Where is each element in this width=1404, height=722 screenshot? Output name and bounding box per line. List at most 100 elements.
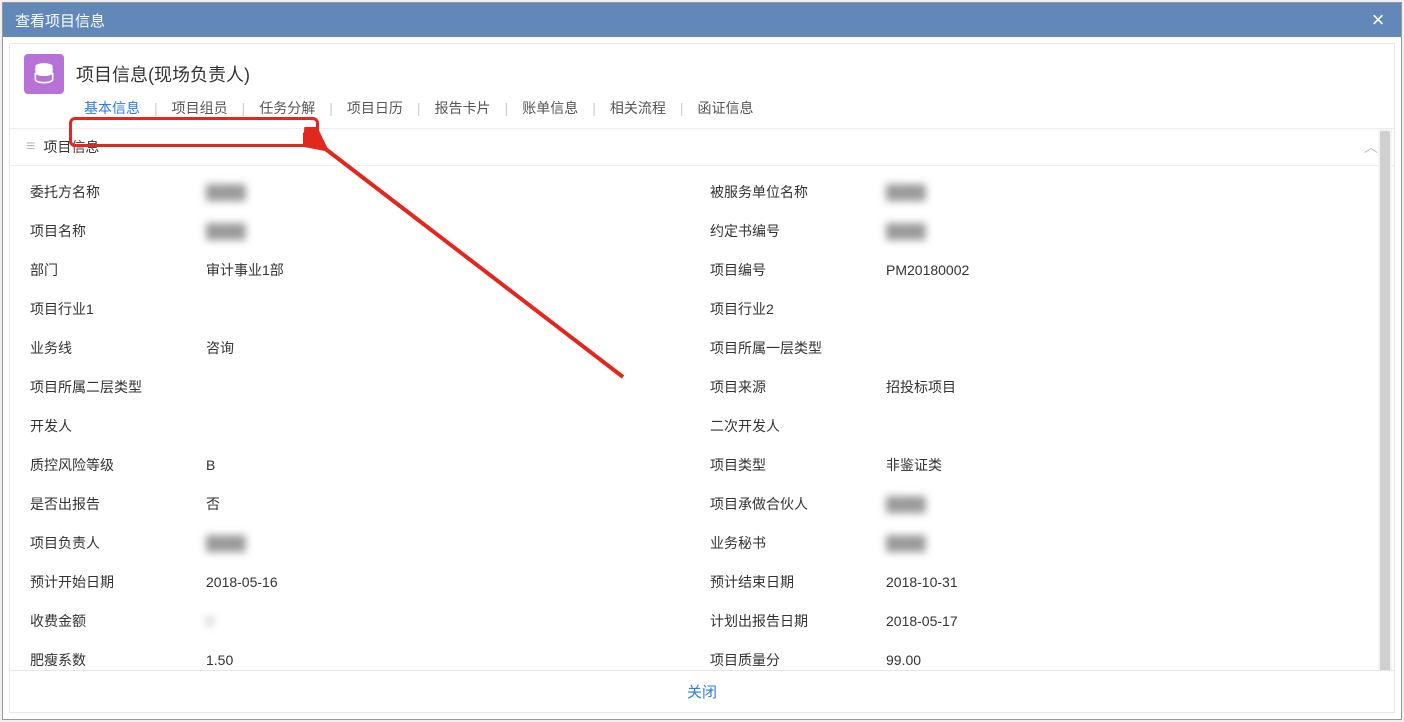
content-panel: 项目信息(现场负责人) 基本信息|项目组员|任务分解|项目日历|报告卡片|账单信… [9, 43, 1395, 713]
field-label: 是否出报告 [30, 494, 206, 514]
form-row: 计划出报告日期2018-05-17 [702, 601, 1382, 640]
field-value: ████ [206, 223, 694, 239]
form-row: 项目来源招投标项目 [702, 367, 1382, 406]
close-button-label: 关闭 [687, 684, 717, 701]
tab-6[interactable]: 相关流程 [604, 96, 672, 120]
tab-0[interactable]: 基本信息 [78, 96, 146, 120]
tab-separator: | [497, 100, 517, 116]
field-value: ████ [206, 184, 694, 200]
form-row: 二次开发人 [702, 406, 1382, 445]
tab-3[interactable]: 项目日历 [341, 96, 409, 120]
field-value: 8 [206, 613, 694, 629]
field-label: 开发人 [30, 416, 206, 436]
form-row: 预计开始日期2018-05-16 [22, 562, 702, 601]
field-value: 2018-05-16 [206, 574, 694, 590]
section-header[interactable]: ≡ 项目信息 ︿ [10, 129, 1394, 166]
field-label: 预计开始日期 [30, 572, 206, 592]
scrollbar[interactable] [1378, 129, 1392, 670]
field-label: 预计结束日期 [710, 572, 886, 592]
field-label: 约定书编号 [710, 221, 886, 241]
tab-7[interactable]: 函证信息 [691, 96, 759, 120]
database-icon [24, 54, 64, 94]
field-label: 项目来源 [710, 377, 886, 397]
form-row: 质控风险等级B [22, 445, 702, 484]
field-label: 项目行业1 [30, 299, 206, 319]
chevron-up-icon[interactable]: ︿ [1364, 137, 1378, 157]
field-label: 肥瘦系数 [30, 650, 206, 670]
field-label: 二次开发人 [710, 416, 886, 436]
field-value: PM20180002 [886, 262, 1374, 278]
field-label: 项目所属一层类型 [710, 338, 886, 358]
tab-separator: | [146, 100, 166, 116]
form-row: 项目行业2 [702, 289, 1382, 328]
section-body: ≡ 项目信息 ︿ 委托方名称████被服务单位名称████项目名称████约定书… [10, 129, 1394, 670]
tab-5[interactable]: 账单信息 [516, 96, 584, 120]
form-row: 开发人 [22, 406, 702, 445]
field-value: 审计事业1部 [206, 260, 694, 280]
tab-separator: | [672, 100, 692, 116]
field-label: 项目编号 [710, 260, 886, 280]
field-label: 委托方名称 [30, 182, 206, 202]
form-row: 部门审计事业1部 [22, 250, 702, 289]
tab-separator: | [409, 100, 429, 116]
field-label: 业务秘书 [710, 533, 886, 553]
form-row: 是否出报告否 [22, 484, 702, 523]
form-row: 收费金额8 [22, 601, 702, 640]
modal-title: 查看项目信息 [15, 10, 105, 31]
page-title: 项目信息(现场负责人) [76, 61, 250, 87]
tab-separator: | [321, 100, 341, 116]
page-header: 项目信息(现场负责人) [10, 44, 1394, 96]
form-row: 项目类型非鉴证类 [702, 445, 1382, 484]
field-value: 2018-10-31 [886, 574, 1374, 590]
tab-separator: | [234, 100, 254, 116]
close-icon[interactable]: × [1365, 7, 1391, 33]
list-icon: ≡ [26, 139, 35, 155]
field-label: 项目类型 [710, 455, 886, 475]
tab-2[interactable]: 任务分解 [253, 96, 321, 120]
field-value: 否 [206, 494, 694, 514]
field-label: 收费金额 [30, 611, 206, 631]
form-row: 项目名称████ [22, 211, 702, 250]
field-value: 2018-05-17 [886, 613, 1374, 629]
form-row: 肥瘦系数1.50 [22, 640, 702, 670]
field-value: 咨询 [206, 338, 694, 358]
form-row: 项目所属一层类型 [702, 328, 1382, 367]
form-row: 项目行业1 [22, 289, 702, 328]
form-row: 项目编号PM20180002 [702, 250, 1382, 289]
field-label: 项目质量分 [710, 650, 886, 670]
field-label: 业务线 [30, 338, 206, 358]
form-grid: 委托方名称████被服务单位名称████项目名称████约定书编号████部门审… [10, 166, 1394, 670]
field-value: B [206, 457, 694, 473]
form-row: 项目承做合伙人████ [702, 484, 1382, 523]
form-row: 项目所属二层类型 [22, 367, 702, 406]
modal-view-project: 查看项目信息 × 项目信息(现场负责人) 基本信息|项目组员|任务分解|项目日历… [2, 2, 1402, 720]
modal-titlebar: 查看项目信息 × [3, 3, 1401, 37]
field-value: ████ [886, 496, 1374, 512]
form-row: 约定书编号████ [702, 211, 1382, 250]
field-label: 项目所属二层类型 [30, 377, 206, 397]
field-label: 被服务单位名称 [710, 182, 886, 202]
form-row: 委托方名称████ [22, 172, 702, 211]
field-label: 项目承做合伙人 [710, 494, 886, 514]
field-value: 招投标项目 [886, 377, 1374, 397]
scrollbar-thumb[interactable] [1380, 131, 1390, 670]
field-value: ████ [886, 184, 1374, 200]
field-value: 1.50 [206, 652, 694, 668]
field-value: ████ [886, 535, 1374, 551]
modal-content: 项目信息(现场负责人) 基本信息|项目组员|任务分解|项目日历|报告卡片|账单信… [3, 37, 1401, 719]
field-value: 非鉴证类 [886, 455, 1374, 475]
field-label: 计划出报告日期 [710, 611, 886, 631]
close-button[interactable]: 关闭 [10, 670, 1394, 712]
tab-separator: | [584, 100, 604, 116]
form-row: 项目负责人████ [22, 523, 702, 562]
field-value: ████ [886, 223, 1374, 239]
tab-1[interactable]: 项目组员 [166, 96, 234, 120]
field-value: ████ [206, 535, 694, 551]
tabs-row: 基本信息|项目组员|任务分解|项目日历|报告卡片|账单信息|相关流程|函证信息 [10, 96, 1394, 129]
field-label: 项目行业2 [710, 299, 886, 319]
field-label: 质控风险等级 [30, 455, 206, 475]
form-row: 项目质量分99.00 [702, 640, 1382, 670]
form-row: 被服务单位名称████ [702, 172, 1382, 211]
tab-4[interactable]: 报告卡片 [429, 96, 497, 120]
field-label: 部门 [30, 260, 206, 280]
